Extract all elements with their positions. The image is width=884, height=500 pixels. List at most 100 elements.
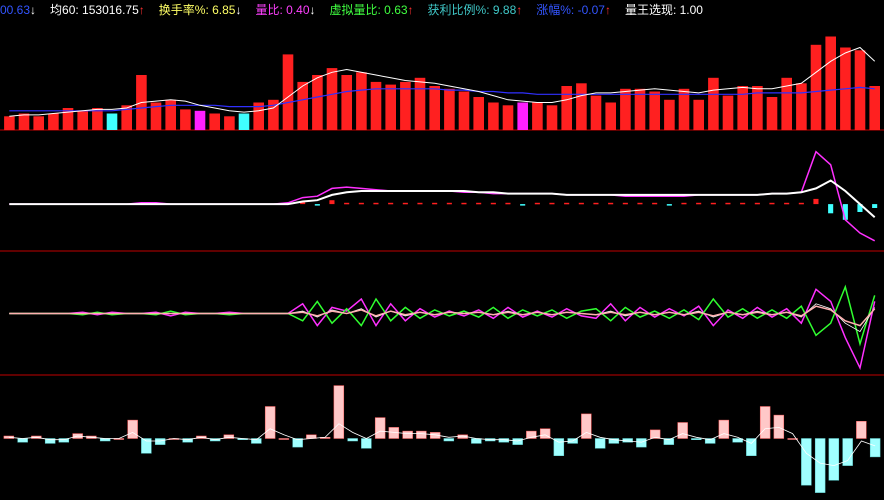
indicator2-bar [490,202,496,205]
volume-bar [766,97,778,130]
indicator2-bar [666,204,672,206]
volume-bar [458,91,470,130]
indicator2-bar [608,202,614,205]
indicator4-bar [553,438,565,456]
indicator4-bar [374,417,386,439]
indicator2-bar [534,202,540,205]
indicator4-bar [361,438,372,449]
indicator2-bar [696,202,702,205]
indicator2-bar [652,202,658,205]
volume-bar [722,95,734,130]
indicator2-bar [637,202,643,205]
indicator2-bar [432,202,438,205]
volume-bar [664,99,675,131]
indicator2-bar [329,200,335,205]
indicator2-bar [446,202,452,205]
volume-bar [429,86,440,130]
indicator4-bar [856,421,867,439]
indicator4-bar [869,438,881,458]
indicator4-bar [278,438,290,440]
indicator2-bar [813,198,819,205]
indicator2-bar [520,204,526,206]
volume-bar [854,50,866,131]
indicator3-magenta-line [9,288,876,371]
indicator2-bar [769,202,775,205]
volume-bar [693,99,704,131]
indicator4-bar [746,438,757,456]
volume-bar [546,105,558,131]
indicator4-bar [594,438,606,449]
indicator2-bar [828,204,834,214]
volume-bar [620,88,631,131]
indicator4-bar [127,419,138,439]
indicator4-bar [264,406,276,439]
volume-bar [356,72,367,131]
indicator2-bar [798,202,804,205]
indicator4-bar [636,438,647,448]
volume-bar [209,113,220,130]
indicator2-bar [725,202,731,205]
volume-bar [796,83,807,131]
indicator4-bar [416,430,427,439]
indicator2-bar [476,202,482,205]
indicator2-bar [314,204,320,206]
indicator4-bar [443,438,455,442]
volume-bar [444,88,455,131]
indicator2-bar [740,202,746,205]
volume-bar [312,75,323,130]
volume-bar [106,113,118,130]
volume-bar [605,102,616,130]
indicator2-bar [754,202,760,205]
indicator2-bar [373,202,379,205]
volume-bar [488,102,499,130]
indicator2-bar [578,202,584,205]
volume-bar [180,109,191,130]
indicator2-magenta-line [9,150,876,242]
indicator4-bar [759,406,771,439]
indicator3-green-line [9,284,876,347]
indicator2-white-line [9,179,876,218]
volume-bar [590,95,602,130]
volume-bar [282,54,294,130]
indicator4-bar [691,438,702,440]
volume-bar [869,86,880,130]
indicator4-bar [773,414,785,439]
volume-bar [33,116,44,131]
volume-bar [224,116,235,131]
volume-bar [18,113,30,130]
indicator2-bar [681,202,687,205]
indicator4-line [8,423,876,467]
volume-bar [341,75,352,130]
indicator2-bar [872,204,878,208]
volume-bar [634,88,646,131]
indicator4-bar [347,438,358,442]
volume-bar [48,113,59,130]
volume-bar [517,102,528,130]
indicator4-bar [801,438,812,486]
volume-bar [532,102,543,130]
indicator4-bar [677,422,688,439]
volume-bar [165,99,176,131]
indicator4-bar [402,430,413,439]
volume-bar [708,77,719,131]
volume-bar [194,110,206,131]
indicator4-bar [17,438,28,443]
indicator2-bar [388,202,394,205]
volume-bar [810,44,822,131]
indicator4-bar [471,438,482,444]
indicator2-bar [358,202,364,205]
volume-bar [649,91,660,130]
indicator2-bar [461,202,467,205]
stock-indicator-chart [0,36,884,493]
indicator3-white-line [9,303,876,333]
volume-bar [238,113,250,130]
volume-bar [737,86,748,130]
volume-bar [414,77,426,131]
indicator2-bar [710,202,716,205]
volume-bar [576,83,587,131]
indicator2-bar [505,202,511,205]
volume-bar [561,86,572,130]
indicator2-bar [402,202,408,205]
indicator2-bar [622,202,628,205]
indicator2-bar [417,202,423,205]
